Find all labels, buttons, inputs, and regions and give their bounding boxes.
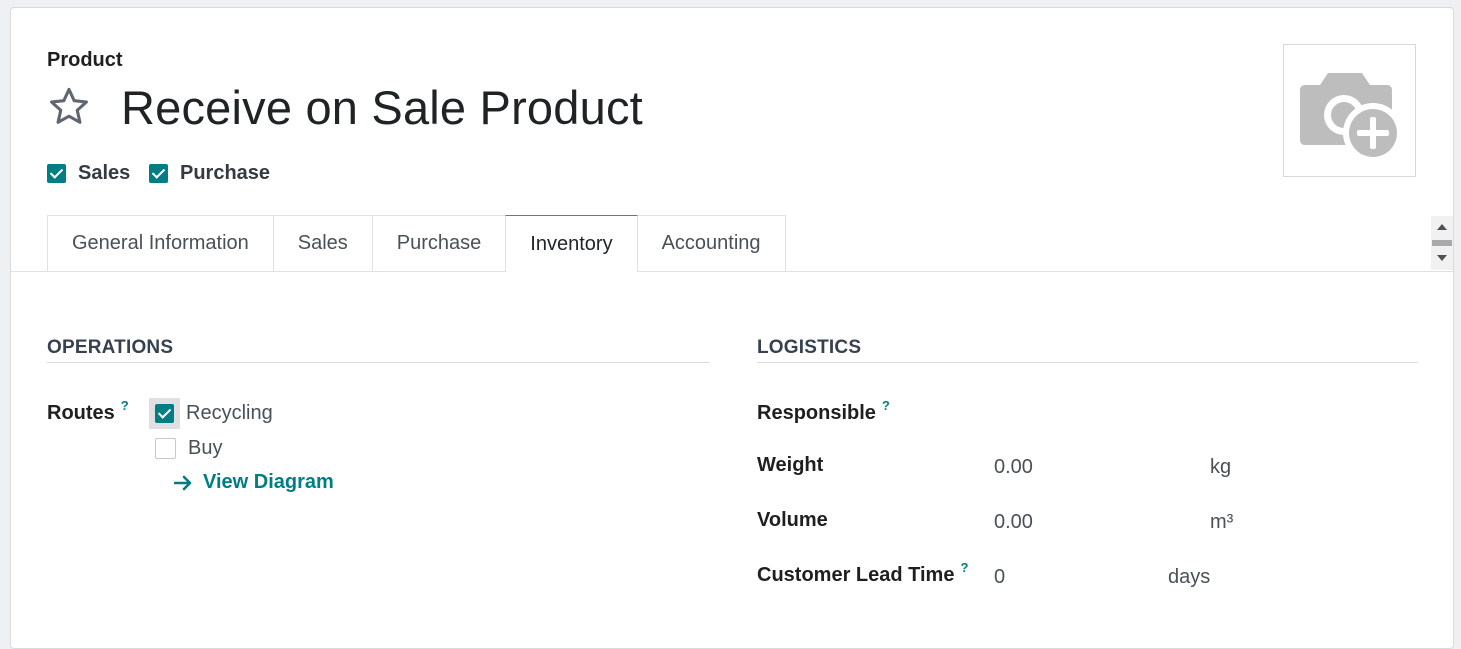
customer-lead-time-label: Customer Lead Time?	[757, 560, 968, 587]
route-recycling[interactable]: Recycling	[149, 398, 273, 429]
arrow-right-icon	[174, 475, 192, 490]
product-title[interactable]: Receive on Sale Product	[121, 80, 643, 135]
star-icon[interactable]	[46, 84, 92, 130]
route-recycling-label: Recycling	[186, 402, 273, 424]
routes-help-icon[interactable]: ?	[121, 398, 129, 413]
purchase-option[interactable]: Purchase	[149, 162, 270, 185]
weight-input[interactable]: 0.00	[994, 456, 1033, 479]
sales-option-label: Sales	[78, 162, 131, 184]
operations-divider	[47, 362, 709, 363]
sales-option[interactable]: Sales	[47, 162, 130, 185]
product-form-sheet: Product Receive on Sale Product Sales Pu…	[10, 7, 1454, 649]
volume-label: Volume	[757, 509, 828, 531]
scroll-up-icon[interactable]	[1437, 224, 1447, 230]
route-buy-label: Buy	[188, 437, 223, 459]
route-recycling-focus	[149, 398, 180, 429]
tab-accounting[interactable]: Accounting	[636, 215, 786, 271]
lead-time-help-icon[interactable]: ?	[960, 560, 968, 575]
customer-lead-time-input[interactable]: 0	[994, 566, 1005, 589]
sales-checkbox[interactable]	[47, 164, 66, 183]
scroll-thumb[interactable]	[1432, 240, 1452, 246]
tab-sales[interactable]: Sales	[272, 215, 373, 271]
weight-unit: kg	[1210, 456, 1232, 478]
tabs-scrollbar[interactable]	[1431, 216, 1453, 270]
notebook-tabs: General Information Sales Purchase Inven…	[47, 215, 786, 272]
logistics-divider	[757, 362, 1418, 363]
operations-section-title: OPERATIONS	[47, 337, 174, 358]
model-label: Product	[47, 49, 123, 71]
tab-divider	[11, 271, 1453, 272]
weight-label: Weight	[757, 454, 824, 476]
volume-input[interactable]: 0.00	[994, 511, 1033, 534]
customer-lead-time-label-text: Customer Lead Time	[757, 564, 955, 586]
route-buy-checkbox[interactable]	[155, 438, 176, 459]
view-diagram-link[interactable]: View Diagram	[174, 471, 334, 494]
logistics-section-title: LOGISTICS	[757, 337, 862, 358]
view-diagram-label: View Diagram	[203, 471, 334, 493]
responsible-label-text: Responsible	[757, 402, 876, 424]
purchase-checkbox[interactable]	[149, 164, 168, 183]
scroll-down-icon[interactable]	[1437, 255, 1447, 261]
responsible-help-icon[interactable]: ?	[882, 398, 890, 413]
routes-label: Routes?	[47, 398, 129, 425]
tab-general-information[interactable]: General Information	[47, 215, 274, 271]
volume-unit: m³	[1210, 511, 1234, 533]
responsible-label: Responsible?	[757, 398, 890, 425]
route-buy[interactable]: Buy	[155, 437, 222, 460]
tab-purchase[interactable]: Purchase	[371, 215, 507, 271]
routes-label-text: Routes	[47, 402, 115, 424]
tab-inventory[interactable]: Inventory	[505, 215, 638, 272]
customer-lead-time-unit: days	[1168, 566, 1211, 588]
route-recycling-checkbox[interactable]	[155, 404, 174, 423]
camera-plus-icon	[1300, 73, 1403, 163]
product-image-upload[interactable]	[1283, 44, 1416, 177]
purchase-option-label: Purchase	[180, 162, 271, 184]
